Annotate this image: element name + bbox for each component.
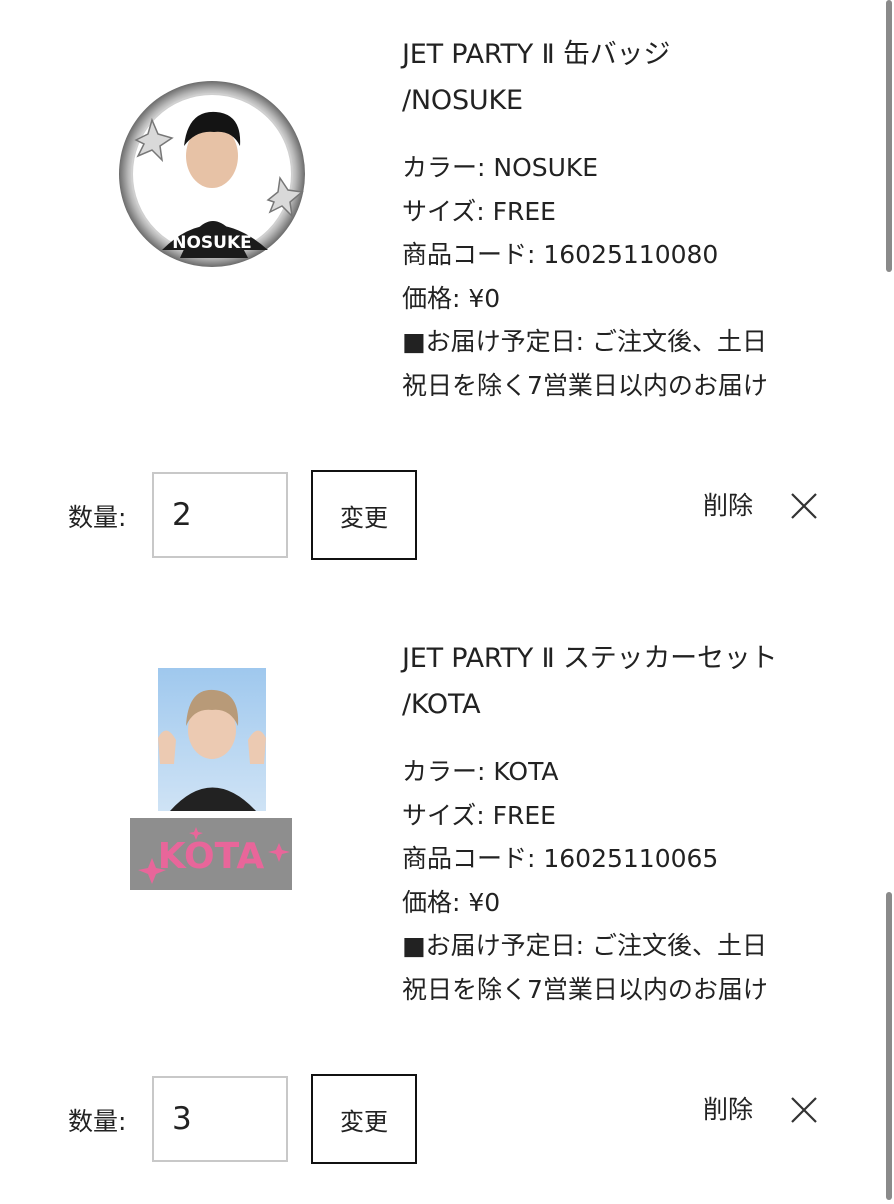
scrollbar-thumb[interactable]	[886, 892, 892, 1200]
delete-item-button[interactable]: 削除	[703, 488, 819, 524]
detail-product-code: 商品コード: 16025110065	[402, 844, 719, 873]
detail-color: カラー: NOSUKE	[402, 153, 599, 182]
scrollbar-thumb[interactable]	[886, 0, 892, 272]
product-title-line1: JET PARTY Ⅱ ステッカーセット	[402, 643, 778, 674]
quantity-input[interactable]	[152, 1076, 288, 1162]
detail-delivery-line2: 祝日を除く7営業日以内のお届け	[402, 370, 768, 400]
quantity-label: 数量:	[68, 1107, 127, 1136]
quantity-input[interactable]	[152, 472, 288, 558]
detail-size: サイズ: FREE	[402, 800, 556, 830]
badge-name-text: NOSUKE	[172, 233, 252, 253]
quantity-row: 数量: 変更 削除	[0, 1074, 894, 1166]
detail-delivery-line1: ■お届け予定日: ご注文後、土日	[402, 327, 767, 356]
quantity-label: 数量:	[68, 503, 127, 532]
change-quantity-button[interactable]: 変更	[311, 1074, 417, 1164]
sticker-name-text: KOTA	[158, 836, 265, 877]
detail-size: サイズ: FREE	[402, 196, 556, 226]
product-title-line2: /NOSUKE	[402, 85, 523, 116]
cart-item: NOSUKE JET PARTY Ⅱ 缶バッジ /NOSUKE カラー: NOS…	[0, 0, 894, 600]
close-icon	[791, 1097, 817, 1123]
detail-delivery-line1: ■お届け予定日: ご注文後、土日	[402, 931, 767, 960]
quantity-row: 数量: 変更 削除	[0, 470, 894, 562]
cart-item: KOTA JET PARTY Ⅱ ステッカーセット /KOTA カラー: KOT…	[0, 604, 894, 1204]
detail-color: カラー: KOTA	[402, 757, 559, 786]
product-title-line1: JET PARTY Ⅱ 缶バッジ	[402, 39, 671, 70]
change-quantity-button[interactable]: 変更	[311, 470, 417, 560]
detail-price: 価格: ¥0	[402, 283, 501, 313]
detail-price: 価格: ¥0	[402, 887, 501, 917]
product-title[interactable]: JET PARTY Ⅱ 缶バッジ /NOSUKE	[402, 32, 862, 124]
product-title-line2: /KOTA	[402, 689, 481, 720]
product-details: カラー: NOSUKE サイズ: FREE 商品コード: 16025110080…	[402, 146, 872, 407]
delete-item-button[interactable]: 削除	[703, 1092, 819, 1128]
delete-label: 削除	[703, 1095, 754, 1124]
product-title[interactable]: JET PARTY Ⅱ ステッカーセット /KOTA	[402, 636, 862, 728]
product-thumbnail-badge[interactable]: NOSUKE	[118, 80, 306, 268]
close-icon	[791, 493, 817, 519]
detail-delivery-line2: 祝日を除く7営業日以内のお届け	[402, 974, 768, 1004]
product-details: カラー: KOTA サイズ: FREE 商品コード: 16025110065 価…	[402, 750, 872, 1011]
detail-product-code: 商品コード: 16025110080	[402, 240, 719, 269]
delete-label: 削除	[703, 491, 754, 520]
product-thumbnail-sticker[interactable]: KOTA	[130, 668, 296, 894]
